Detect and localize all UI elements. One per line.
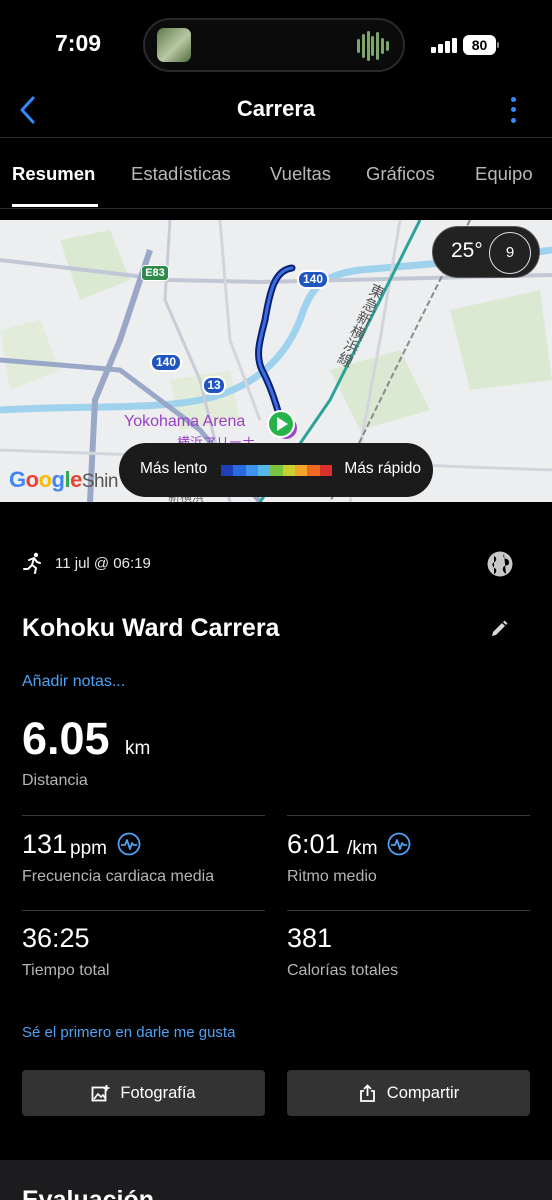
cellular-signal-icon	[431, 37, 459, 53]
tab-equipo[interactable]: Equipo	[475, 163, 533, 185]
heart-rate-icon[interactable]	[117, 832, 141, 856]
like-prompt-link[interactable]: Sé el primero en darle me gusta	[22, 1024, 235, 1041]
pace-value: 6:01	[287, 829, 340, 859]
pace-color-segment	[282, 465, 295, 476]
battery-icon: 80	[463, 35, 499, 55]
distance-unit: km	[125, 738, 151, 759]
google-logo: GoogleShin	[9, 467, 118, 492]
share-button[interactable]: Compartir	[287, 1070, 530, 1116]
activity-date: 11 jul @ 06:19	[55, 555, 151, 572]
status-time: 7:09	[55, 30, 102, 56]
audio-waveform-icon	[357, 30, 389, 62]
calories-label: Calorías totales	[287, 962, 399, 979]
activity-meta: 11 jul @ 06:19	[22, 550, 542, 580]
divider	[22, 815, 265, 816]
heart-rate-value: 131	[22, 829, 68, 859]
temperature: 25°	[451, 239, 483, 262]
running-person-icon	[23, 552, 41, 574]
divider	[287, 815, 530, 816]
page-title: Carrera	[236, 96, 316, 121]
road-shield-140-b: 140	[150, 353, 182, 372]
globe-icon[interactable]	[486, 550, 514, 578]
wind-direction-icon: 9	[489, 232, 531, 274]
divider	[287, 910, 530, 911]
pace-info-icon[interactable]	[387, 832, 411, 856]
road-shield-e83: E83	[141, 265, 169, 281]
add-photo-label: Fotografía	[120, 1083, 196, 1102]
evaluation-card[interactable]: Evaluación	[0, 1160, 552, 1200]
divider	[22, 910, 265, 911]
heart-rate-unit: ppm	[70, 838, 107, 859]
tab-graficos[interactable]: Gráficos	[366, 163, 435, 185]
pace-legend: Más lento Más rápido	[119, 443, 433, 497]
route-map[interactable]: E83 140 140 13 東急新横浜線 Yokohama Arena 横浜ア…	[0, 220, 552, 502]
map-label-arena: Yokohama Arena	[124, 413, 246, 430]
active-tab-indicator	[12, 204, 98, 207]
pace-label: Ritmo medio	[287, 868, 377, 885]
pace-color-segment	[245, 465, 258, 476]
share-label: Compartir	[386, 1083, 460, 1102]
total-time-label: Tiempo total	[22, 962, 110, 979]
pencil-icon[interactable]	[489, 619, 509, 639]
dynamic-island[interactable]	[143, 18, 405, 72]
navigation-header: Carrera	[0, 90, 552, 138]
evaluation-title: Evaluación	[22, 1186, 154, 1200]
pace-color-segment	[270, 465, 283, 476]
distance-value: 6.05	[22, 713, 110, 764]
share-icon	[359, 1083, 375, 1102]
pace-color-segment	[221, 465, 234, 476]
pace-color-segment	[319, 465, 332, 476]
battery-level: 80	[463, 35, 496, 55]
pace-fast-label: Más rápido	[344, 460, 421, 477]
calories-value: 381	[287, 923, 333, 953]
tab-resumen[interactable]: Resumen	[12, 163, 95, 185]
tab-estadisticas[interactable]: Estadísticas	[131, 163, 231, 185]
add-notes-link[interactable]: Añadir notas...	[22, 673, 125, 691]
add-photo-icon	[91, 1084, 110, 1101]
add-photo-button[interactable]: Fotografía	[22, 1070, 265, 1116]
tab-vueltas[interactable]: Vueltas	[270, 163, 331, 185]
pace-unit: /km	[347, 838, 378, 859]
weather-badge: 25° 9	[432, 226, 540, 278]
activity-title: Kohoku Ward Carrera	[22, 614, 280, 642]
music-artwork-thumbnail	[157, 28, 191, 62]
status-bar: 7:09 80	[0, 0, 552, 90]
pace-color-segment	[294, 465, 308, 476]
road-shield-13: 13	[202, 376, 226, 395]
distance-label: Distancia	[22, 772, 88, 789]
heart-rate-label: Frecuencia cardiaca media	[22, 868, 215, 885]
total-time-value: 36:25	[22, 923, 90, 953]
pace-color-segment	[257, 465, 271, 476]
tab-bar: Resumen Estadísticas Vueltas Gráficos Eq…	[0, 139, 552, 209]
vertical-ellipsis-icon[interactable]	[505, 94, 521, 126]
pace-color-scale	[221, 465, 332, 476]
pace-slow-label: Más lento	[140, 460, 208, 477]
pace-color-segment	[233, 465, 246, 476]
road-shield-140: 140	[297, 270, 329, 289]
pace-color-segment	[307, 465, 320, 476]
